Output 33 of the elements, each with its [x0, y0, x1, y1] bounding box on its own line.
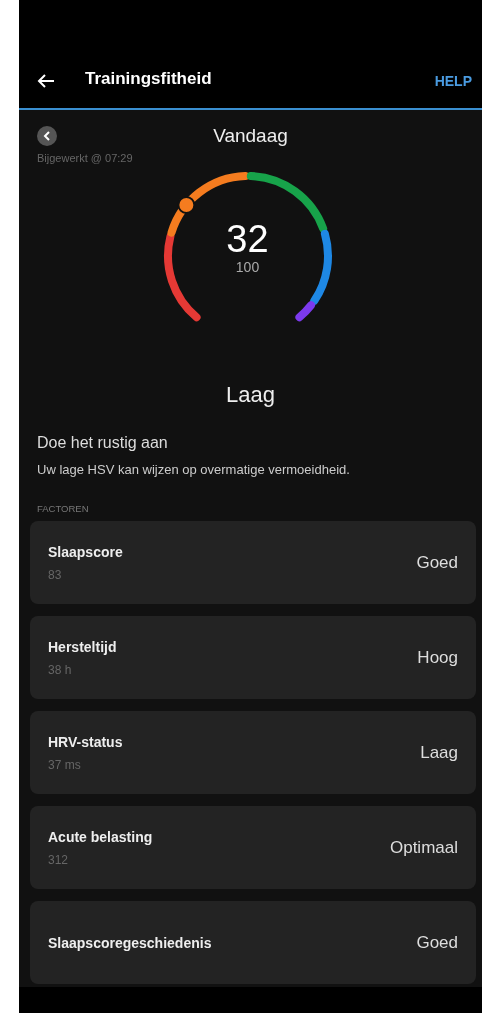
advice-title: Doe het rustig aan [37, 434, 169, 452]
factor-value: 312 [48, 852, 70, 867]
score-max: 100 [235, 259, 260, 275]
factor-name: Acute belasting [48, 828, 154, 845]
day-label: Vandaag [212, 125, 289, 147]
updated-time: Bijgewerkt @ 07:29 [36, 152, 133, 164]
factor-value: 37 ms [48, 757, 82, 772]
advice-text: Uw lage HSV kan wijzen op overmatige vermoeidheid. [37, 462, 351, 477]
factor-value: 83 [48, 567, 63, 582]
factor-card[interactable]: Slaapscore 83 Goed [30, 521, 476, 604]
back-arrow-icon[interactable] [37, 73, 55, 89]
factor-rating: Goed [416, 932, 458, 953]
score-value: 32 [226, 219, 269, 259]
factor-name: Slaapscoregeschiedenis [48, 934, 213, 951]
factor-name: HRV-status [48, 733, 124, 750]
factor-value: 38 h [48, 662, 73, 677]
factor-rating: Goed [416, 552, 458, 573]
status-label: Laag [226, 382, 275, 408]
help-button[interactable]: HELP [434, 73, 472, 89]
factor-card[interactable]: Slaapscoregeschiedenis Goed [30, 901, 476, 984]
previous-day-button[interactable] [37, 126, 57, 146]
factor-name: Slaapscore [48, 543, 124, 560]
page-title: Trainingsfitheid [85, 69, 213, 89]
factor-rating: Optimaal [389, 837, 458, 858]
factor-rating: Hoog [417, 647, 458, 668]
section-heading: FACTOREN [37, 503, 90, 514]
factor-card[interactable]: Hersteltijd 38 h Hoog [30, 616, 476, 699]
gauge-marker [176, 196, 195, 214]
factor-name: Hersteltijd [48, 638, 118, 655]
chevron-left-icon [43, 131, 51, 141]
factor-card[interactable]: HRV-status 37 ms Laag [30, 711, 476, 794]
factor-card[interactable]: Acute belasting 312 Optimaal [30, 806, 476, 889]
factor-rating: Laag [420, 742, 458, 763]
